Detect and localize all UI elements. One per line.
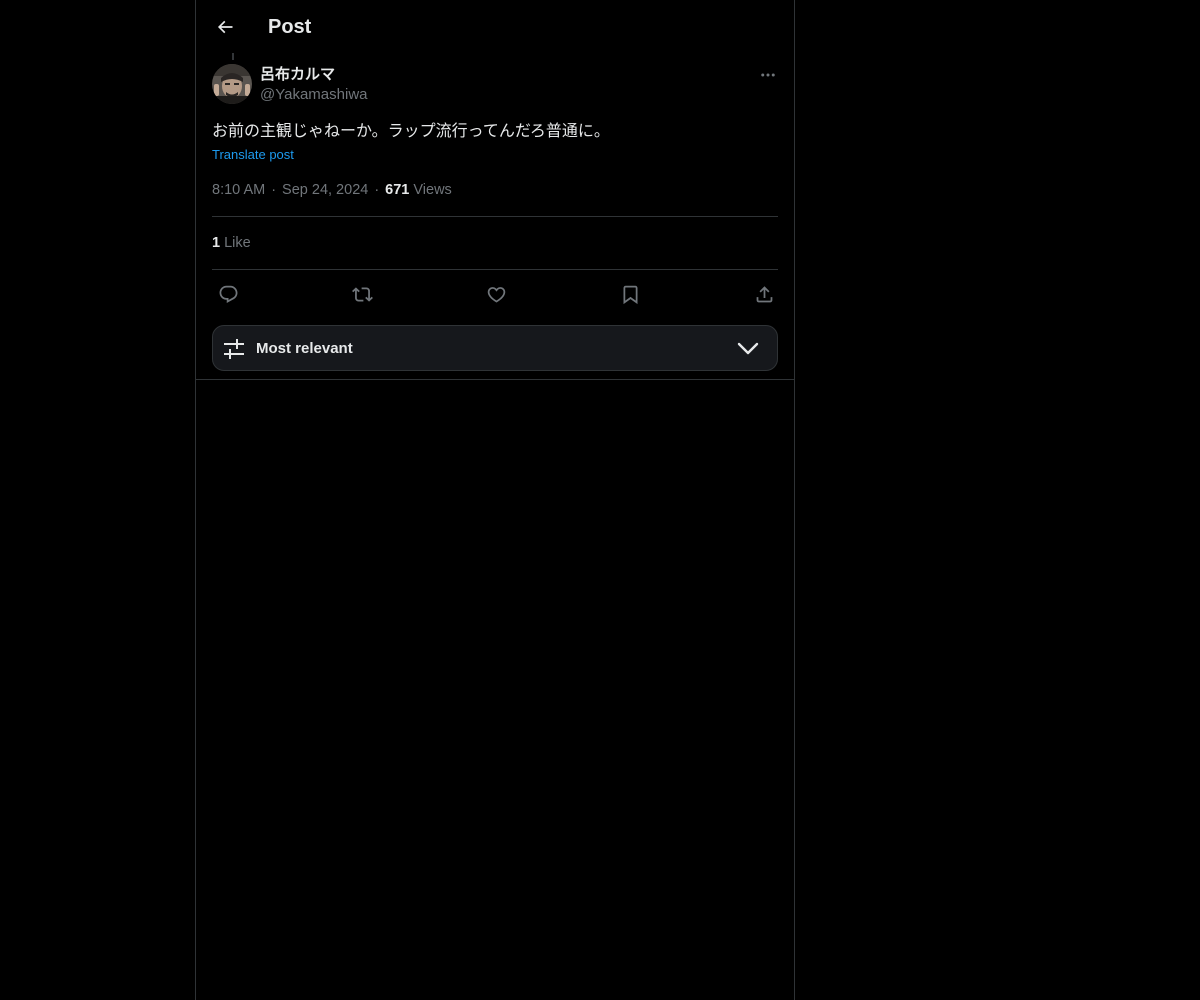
primary-column: Post 呂布カルマ @Yakamashiwa お前の主観じゃねーか。ラップ流行… [195, 0, 795, 1000]
like-icon [487, 286, 505, 303]
like-button[interactable] [482, 280, 510, 308]
page-title: Post [268, 16, 312, 38]
bookmark-button[interactable] [616, 280, 644, 308]
reply-icon [219, 285, 237, 303]
views-count: 671 [385, 182, 410, 198]
likes-count: 1 [212, 235, 221, 251]
author-handle[interactable]: @Yakamashiwa [260, 85, 368, 105]
more-options-button[interactable] [754, 64, 782, 86]
meta-separator: · [271, 182, 277, 198]
header: Post [196, 0, 794, 53]
sort-label: Most relevant [256, 340, 353, 357]
divider [212, 216, 778, 217]
avatar-image [212, 64, 252, 104]
repost-button[interactable] [348, 280, 376, 308]
likes-label: Like [224, 235, 251, 251]
back-button[interactable] [208, 10, 242, 44]
more-horizontal-icon [761, 73, 775, 77]
sort-replies-dropdown[interactable]: Most relevant [212, 325, 778, 371]
translate-post-link[interactable]: Translate post [212, 146, 294, 164]
repost-icon [351, 286, 373, 302]
post-metadata: 8:10 AM · Sep 24, 2024 · 671 Views [212, 180, 452, 200]
author-display-name[interactable]: 呂布カルマ [260, 64, 335, 84]
section-divider [196, 379, 794, 380]
avatar[interactable] [212, 64, 252, 104]
post-text: お前の主観じゃねーか。ラップ流行ってんだろ普通に。 [212, 121, 610, 140]
share-button[interactable] [750, 280, 778, 308]
likes-count-link[interactable]: 1 Like [212, 233, 251, 253]
meta-separator: · [374, 182, 380, 198]
arrow-left-icon [217, 20, 233, 34]
share-icon [756, 285, 772, 302]
reply-button[interactable] [214, 280, 242, 308]
chevron-down-icon [737, 342, 759, 355]
post-date[interactable]: Sep 24, 2024 [282, 180, 368, 200]
thread-connector-line [232, 53, 234, 60]
sliders-icon [224, 339, 244, 359]
post-time[interactable]: 8:10 AM [212, 180, 265, 200]
views-label: Views [413, 182, 452, 198]
bookmark-icon [623, 285, 637, 304]
divider [212, 269, 778, 270]
